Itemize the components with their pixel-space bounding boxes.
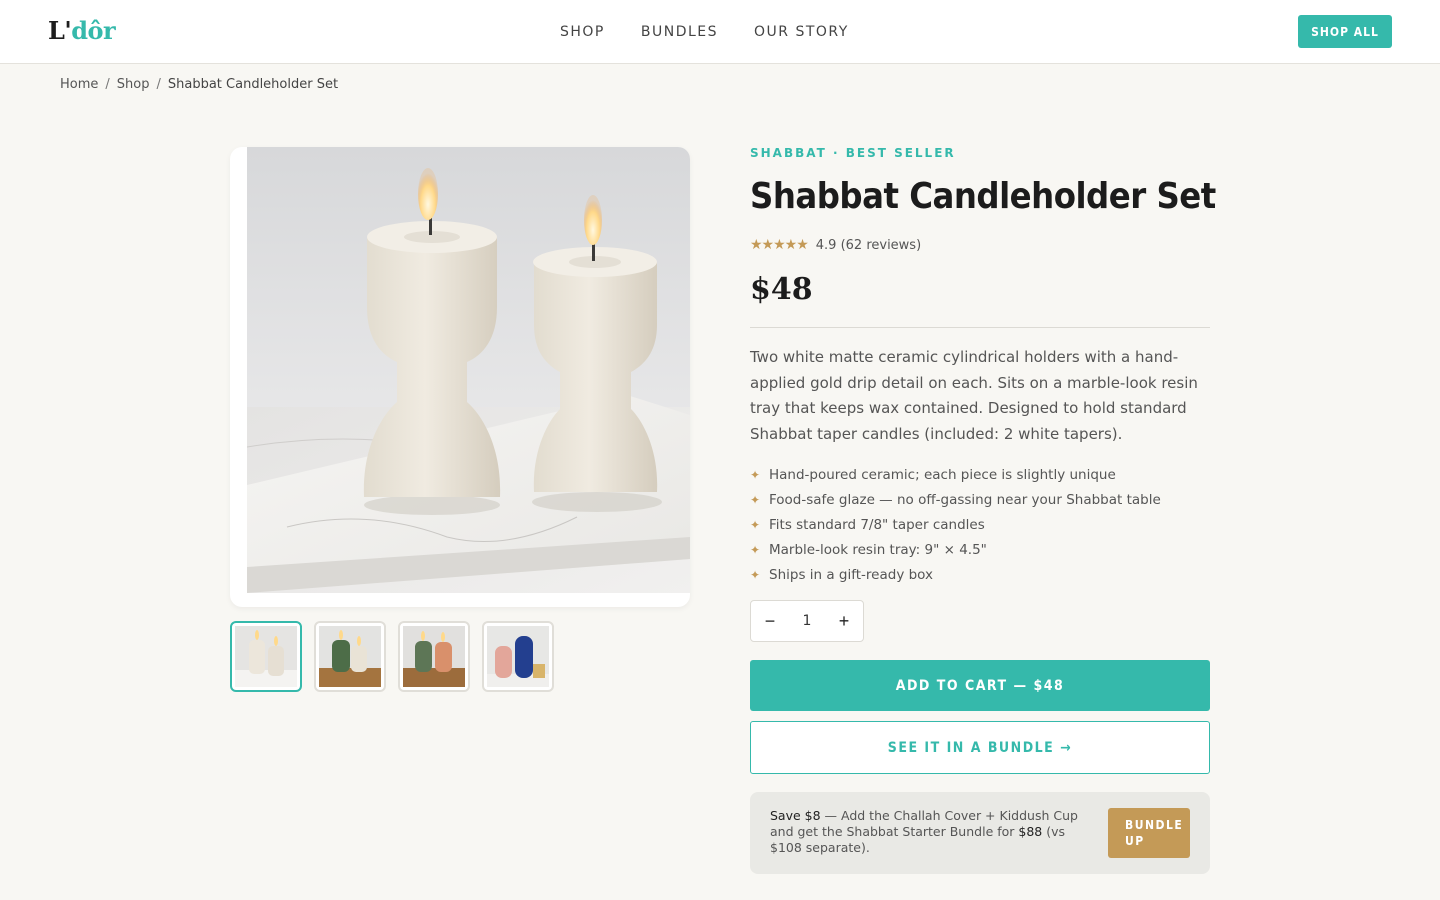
thumbnail-image: [403, 626, 465, 687]
feature-item: ✦ Ships in a gift-ready box: [750, 562, 1161, 587]
logo-prefix: L': [48, 16, 72, 45]
candleholder-photo: [247, 147, 690, 593]
thumbnail-image: [487, 626, 549, 687]
sparkle-icon: ✦: [750, 467, 761, 482]
feature-text: Fits standard 7/8" taper candles: [769, 516, 985, 533]
bundle-up-line2: UP: [1125, 834, 1145, 848]
thumbnail-image: [319, 626, 381, 687]
product-main-image[interactable]: [230, 147, 690, 607]
bundle-up-line1: BUNDLE: [1125, 818, 1184, 832]
main-nav: SHOP BUNDLES OUR STORY: [560, 24, 849, 40]
feature-item: ✦ Food-safe glaze — no off-gassing near y…: [750, 487, 1161, 512]
thumbnail-2[interactable]: [314, 621, 386, 692]
feature-item: ✦ Hand-poured ceramic; each piece is slig…: [750, 462, 1161, 487]
product-description: Two white matte ceramic cylindrical hold…: [750, 348, 1198, 443]
thumbnail-3[interactable]: [398, 621, 470, 692]
upsell-save: Save $8: [770, 808, 821, 823]
shop-all-button[interactable]: SHOP ALL: [1298, 15, 1392, 48]
nav-our-story[interactable]: OUR STORY: [754, 24, 849, 40]
bundle-up-button[interactable]: BUNDLE UP: [1108, 808, 1190, 858]
quantity-value[interactable]: 1: [803, 613, 812, 629]
feature-text: Hand-poured ceramic; each piece is sligh…: [769, 466, 1116, 483]
feature-item: ✦ Marble-look resin tray: 9" × 4.5": [750, 537, 1161, 562]
breadcrumb-home[interactable]: Home: [60, 77, 98, 92]
breadcrumb: Home / Shop / Shabbat Candleholder Set: [60, 77, 338, 92]
breadcrumb-shop[interactable]: Shop: [117, 77, 150, 92]
nav-shop[interactable]: SHOP: [560, 24, 605, 40]
feature-text: Ships in a gift-ready box: [769, 566, 934, 583]
see-in-bundle-button[interactable]: SEE IT IN A BUNDLE →: [750, 721, 1210, 774]
logo-accent: dôr: [71, 16, 116, 45]
logo[interactable]: L'dôr: [48, 16, 116, 45]
product-category: SHABBAT · BEST SELLER: [750, 146, 956, 160]
feature-item: ✦ Fits standard 7/8" taper candles: [750, 512, 1161, 537]
sparkle-icon: ✦: [750, 567, 761, 582]
thumbnail-4[interactable]: [482, 621, 554, 692]
feature-list: ✦ Hand-poured ceramic; each piece is slig…: [750, 462, 1161, 587]
feature-text: Marble-look resin tray: 9" × 4.5": [769, 541, 987, 558]
bundle-upsell: Save $8 — Add the Challah Cover + Kiddus…: [750, 792, 1210, 874]
divider: [750, 327, 1210, 328]
upsell-bundle-price: $88: [1018, 824, 1043, 839]
feature-text: Food-safe glaze — no off-gassing near yo…: [769, 491, 1161, 508]
product-price: $48: [750, 272, 813, 307]
add-to-cart-button[interactable]: ADD TO CART — $48: [750, 660, 1210, 711]
quantity-stepper: − 1 +: [750, 600, 864, 642]
thumbnail-image: [235, 626, 297, 687]
nav-bundles[interactable]: BUNDLES: [641, 24, 718, 40]
product-rating[interactable]: ★★★★★ 4.9 (62 reviews): [750, 237, 921, 253]
upsell-text: Save $8 — Add the Challah Cover + Kiddus…: [770, 808, 1090, 856]
rating-text: 4.9 (62 reviews): [815, 237, 922, 253]
breadcrumb-separator: /: [105, 77, 110, 92]
decrease-quantity-button[interactable]: −: [763, 611, 777, 632]
increase-quantity-button[interactable]: +: [837, 611, 851, 632]
thumbnail-strip: [230, 621, 554, 692]
site-header: L'dôr SHOP BUNDLES OUR STORY SHOP ALL: [0, 0, 1440, 64]
breadcrumb-separator: /: [156, 77, 161, 92]
sparkle-icon: ✦: [750, 517, 761, 532]
thumbnail-1[interactable]: [230, 621, 302, 692]
star-rating-icon: ★★★★★: [750, 237, 809, 253]
sparkle-icon: ✦: [750, 542, 761, 557]
breadcrumb-current: Shabbat Candleholder Set: [167, 77, 339, 92]
sparkle-icon: ✦: [750, 492, 761, 507]
product-title: Shabbat Candleholder Set: [750, 176, 1216, 217]
